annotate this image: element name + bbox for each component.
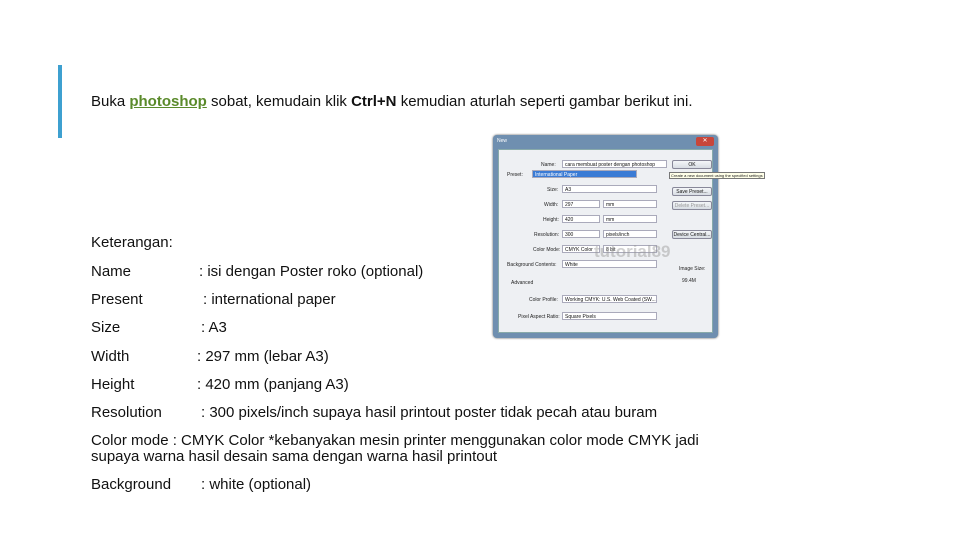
- item-value: : international paper: [203, 291, 336, 308]
- item-label: Height: [91, 376, 135, 393]
- item-label: Background: [91, 476, 172, 493]
- item-label: Resolution: [91, 404, 162, 421]
- height-unit: mm: [603, 215, 657, 223]
- item-value: : 300 pixels/inch supaya hasil printout …: [201, 404, 658, 421]
- image-size-value: 99.4M: [682, 278, 696, 284]
- color-mode-line2: supaya warna hasil desain sama dengan wa…: [91, 448, 498, 465]
- aspect-select: Square Pixels: [562, 312, 657, 320]
- preset-select: International Paper: [532, 170, 637, 178]
- preset-label: Preset:: [507, 172, 523, 178]
- intro-paragraph: Buka photoshop sobat, kemudain klik Ctrl…: [91, 93, 693, 110]
- item-value: : 420 mm (panjang A3): [197, 376, 349, 393]
- item-value: : isi dengan Poster roko (optional): [199, 263, 424, 280]
- name-field: cara membuat poster dengan photoshop: [562, 160, 667, 168]
- name-label: Name:: [541, 162, 556, 168]
- intro-text: kemudian aturlah seperti gambar berikut …: [396, 93, 693, 110]
- shortcut-text: Ctrl+N: [351, 93, 397, 110]
- delete-preset-button: Delete Preset...: [672, 201, 712, 210]
- intro-text: Buka: [91, 93, 130, 110]
- tooltip: Create a new document using the specifie…: [669, 172, 765, 179]
- close-icon: ✕: [696, 137, 714, 146]
- resolution-unit: pixels/inch: [603, 230, 657, 238]
- item-label: Present: [91, 291, 143, 308]
- resolution-label: Resolution:: [534, 232, 560, 238]
- profile-select: Working CMYK: U.S. Web Coated (SW...: [562, 295, 657, 303]
- item-label: Size: [91, 319, 121, 336]
- width-label: Width:: [544, 202, 559, 208]
- accent-bar: [58, 65, 62, 138]
- background-label: Background Contents:: [507, 262, 557, 268]
- ok-button: OK: [672, 160, 712, 169]
- resolution-field: 300: [562, 230, 600, 238]
- save-preset-button: Save Preset...: [672, 187, 712, 196]
- color-mode-label: Color Mode:: [533, 247, 561, 253]
- item-label: Width: [91, 348, 130, 365]
- color-mode-line1: Color mode : CMYK Color *kebanyakan mesi…: [91, 432, 699, 449]
- aspect-label: Pixel Aspect Ratio:: [518, 314, 560, 320]
- width-field: 297: [562, 200, 600, 208]
- item-value: : 297 mm (lebar A3): [197, 348, 329, 365]
- image-size-label: Image Size:: [679, 266, 706, 272]
- item-label: Name: [91, 263, 132, 280]
- advanced-toggle: Advanced: [511, 280, 534, 286]
- height-field: 420: [562, 215, 600, 223]
- size-select: A3: [562, 185, 657, 193]
- dialog-title: New: [497, 138, 508, 144]
- item-value: : white (optional): [201, 476, 312, 493]
- new-document-dialog-screenshot: New ✕ Name: cara membuat poster dengan p…: [493, 135, 765, 338]
- watermark-logo: tutorial89: [594, 242, 671, 261]
- profile-label: Color Profile:: [529, 297, 558, 303]
- keterangan-heading: Keterangan:: [91, 234, 173, 251]
- width-unit: mm: [603, 200, 657, 208]
- height-label: Height:: [543, 217, 559, 223]
- size-label: Size:: [547, 187, 559, 193]
- photoshop-link[interactable]: photoshop: [129, 93, 206, 110]
- intro-text: sobat, kemudain klik: [206, 93, 352, 110]
- device-central-button: Device Central...: [672, 230, 712, 239]
- item-value: : A3: [201, 319, 227, 336]
